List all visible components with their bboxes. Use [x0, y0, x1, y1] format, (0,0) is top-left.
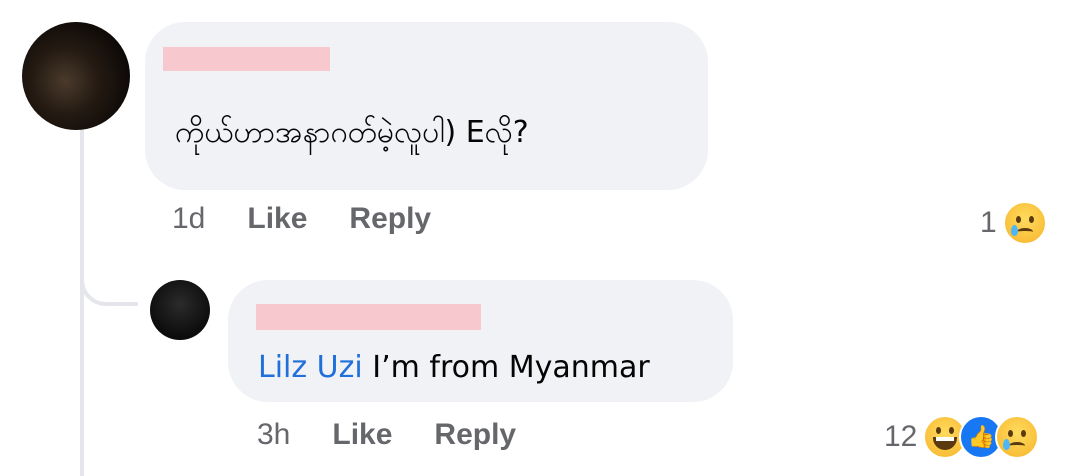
- sad-emoji: [995, 415, 1040, 459]
- reply-button[interactable]: Reply: [349, 202, 431, 235]
- reply-button[interactable]: Reply: [434, 418, 516, 451]
- reply-body: I’m from Myanmar: [362, 350, 650, 385]
- reaction-summary[interactable]: 12 👍: [884, 415, 1040, 459]
- comment-timestamp[interactable]: 1d: [172, 202, 205, 235]
- redacted-author-name: [163, 47, 330, 71]
- reply-text: Lilz Uzi I’m from Myanmar: [258, 350, 650, 385]
- avatar[interactable]: [150, 280, 210, 340]
- reaction-summary[interactable]: 1: [980, 201, 1047, 245]
- reply-actions: 3h Like Reply: [257, 418, 516, 452]
- reply-timestamp[interactable]: 3h: [257, 418, 290, 451]
- reply-bubble: Lilz Uzi I’m from Myanmar: [228, 280, 733, 402]
- comment-bubble: ကိုယ်ဟာအနာဂတ်မဲ့လူပါ) Eလို?: [145, 22, 708, 190]
- reaction-count: 1: [980, 206, 997, 239]
- comment-text: ကိုယ်ဟာအနာဂတ်မဲ့လူပါ) Eလို?: [175, 115, 529, 150]
- like-button[interactable]: Like: [247, 202, 307, 235]
- redacted-author-name: [256, 304, 481, 330]
- avatar[interactable]: [22, 22, 130, 130]
- like-button[interactable]: Like: [332, 418, 392, 451]
- mention-link[interactable]: Lilz Uzi: [258, 350, 363, 385]
- thread-branch-connector: [80, 238, 138, 306]
- reaction-count: 12: [884, 420, 918, 453]
- comment-actions: 1d Like Reply: [172, 202, 431, 236]
- thread-line: [80, 118, 84, 476]
- sad-emoji: [1002, 201, 1047, 245]
